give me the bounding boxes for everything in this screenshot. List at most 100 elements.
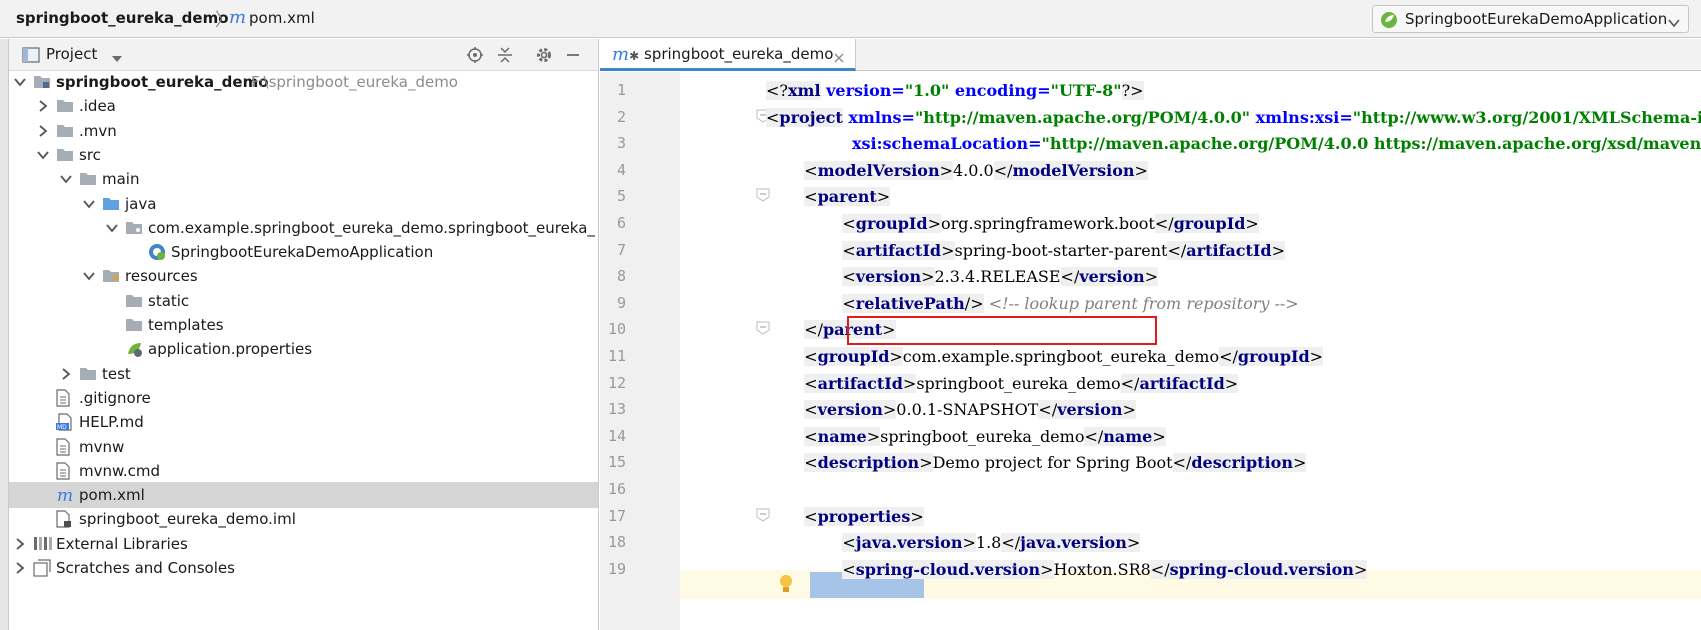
tree-item[interactable]: static bbox=[9, 288, 598, 314]
code-token: /> bbox=[964, 293, 984, 313]
code-token: "http://maven.apache.org/POM/4.0.0" bbox=[914, 107, 1251, 127]
code-token: > bbox=[939, 160, 953, 180]
folder-icon bbox=[56, 97, 74, 115]
breadcrumb-project[interactable]: springboot_eureka_demo bbox=[16, 9, 229, 27]
code-token: "http://www.w3.org/2001/XMLSchema-instan… bbox=[1352, 107, 1701, 127]
code-token: groupId bbox=[855, 214, 928, 233]
lightbulb-icon[interactable] bbox=[778, 574, 794, 598]
close-icon[interactable] bbox=[834, 49, 844, 67]
tree-item[interactable]: SpringbootEurekaDemoApplication bbox=[9, 239, 598, 265]
chevron-right-icon[interactable] bbox=[36, 124, 50, 138]
folder-icon bbox=[79, 170, 97, 188]
project-panel-title[interactable]: Project bbox=[46, 45, 97, 63]
chevron-down-icon[interactable] bbox=[105, 221, 119, 235]
code-line: <spring-cloud.version>Hoxton.SR8</spring… bbox=[842, 555, 1368, 584]
tree-item[interactable]: springboot_eureka_demo.iml bbox=[9, 506, 598, 532]
iml-file-icon bbox=[56, 510, 74, 528]
collapse-all-icon[interactable] bbox=[495, 45, 515, 65]
code-token: > bbox=[889, 347, 903, 366]
code-token: > bbox=[902, 373, 917, 393]
code-line: <groupId>org.springframework.boot</group… bbox=[842, 209, 1259, 238]
code-token: 4.0.0 bbox=[953, 160, 994, 180]
chevron-right-icon[interactable] bbox=[36, 99, 50, 113]
code-token: < bbox=[804, 400, 818, 420]
chevron-down-icon[interactable] bbox=[36, 148, 50, 162]
code-token: artifactId bbox=[1139, 373, 1225, 393]
tree-item-label: SpringbootEurekaDemoApplication bbox=[171, 243, 434, 262]
code-token: com.example.springboot_eureka_demo bbox=[902, 347, 1220, 366]
tree-item[interactable]: springboot_eureka_demo F:\springboot_eure… bbox=[9, 69, 598, 95]
chevron-right-icon[interactable] bbox=[59, 367, 73, 381]
chevron-down-icon[interactable] bbox=[13, 75, 27, 89]
code-token: > bbox=[882, 400, 897, 420]
line-number: 5 bbox=[616, 187, 626, 206]
locate-file-icon[interactable] bbox=[465, 45, 485, 65]
code-token: < bbox=[842, 240, 856, 260]
tree-item[interactable]: mvnw bbox=[9, 434, 598, 460]
tree-item[interactable]: m pom.xml bbox=[9, 482, 598, 509]
code-token: "1.0" bbox=[904, 81, 950, 100]
tree-item-label: mvnw.cmd bbox=[79, 461, 161, 480]
tree-item[interactable]: .mvn bbox=[9, 118, 598, 144]
code-token: </ bbox=[1154, 214, 1174, 233]
view-mode-chevron-icon[interactable] bbox=[111, 49, 123, 67]
breadcrumb-file[interactable]: pom.xml bbox=[249, 9, 315, 27]
code-line: xsi:schemaLocation="http://maven.apache.… bbox=[852, 129, 1701, 158]
tree-item-label: application.properties bbox=[148, 340, 313, 359]
run-configuration-select[interactable]: SpringbootEurekaDemoApplication bbox=[1372, 5, 1689, 33]
tree-item-label: pom.xml bbox=[79, 486, 145, 505]
code-token: <? bbox=[766, 81, 788, 100]
tree-item[interactable]: mvnw.cmd bbox=[9, 458, 598, 484]
code-token: < bbox=[804, 426, 818, 446]
chevron-down-icon[interactable] bbox=[82, 269, 96, 283]
code-token: xsi:schemaLocation= bbox=[851, 134, 1042, 154]
code-token: < bbox=[842, 267, 856, 287]
tree-item[interactable]: Scratches and Consoles bbox=[9, 555, 598, 581]
chevron-right-icon[interactable] bbox=[13, 561, 27, 575]
code-line: <groupId>com.example.springboot_eureka_d… bbox=[804, 342, 1324, 371]
tree-item-label: com.example.springboot_eureka_demo.sprin… bbox=[148, 218, 595, 237]
left-tool-window-strip[interactable] bbox=[0, 39, 9, 630]
code-token: </ bbox=[1060, 267, 1080, 287]
tree-item[interactable]: External Libraries bbox=[9, 531, 598, 557]
code-line: <modelVersion>4.0.0</modelVersion> bbox=[804, 156, 1148, 185]
code-token: version bbox=[855, 267, 922, 287]
tree-item[interactable]: com.example.springboot_eureka_demo.sprin… bbox=[9, 215, 598, 241]
tree-item[interactable]: MD HELP.md bbox=[9, 409, 598, 435]
project-panel-header: Project bbox=[9, 39, 598, 71]
code-token: < bbox=[804, 347, 818, 366]
code-token: version bbox=[1057, 400, 1123, 420]
code-line: <relativePath/> <!-- lookup parent from … bbox=[842, 289, 1299, 318]
chevron-down-icon[interactable] bbox=[82, 197, 96, 211]
code-token: ?> bbox=[1121, 81, 1144, 100]
text-file-icon bbox=[56, 389, 74, 407]
tree-item[interactable]: main bbox=[9, 166, 598, 192]
code-token: > bbox=[1126, 533, 1141, 553]
folder-icon bbox=[79, 365, 97, 383]
code-area[interactable]: <?xml version="1.0" encoding="UTF-8"?> <p… bbox=[680, 72, 1701, 630]
tree-item[interactable]: templates bbox=[9, 312, 598, 338]
code-token: version bbox=[817, 400, 883, 420]
chevron-right-icon[interactable] bbox=[13, 537, 27, 551]
tree-item[interactable]: java bbox=[9, 191, 598, 217]
tree-item[interactable]: src bbox=[9, 142, 598, 168]
code-token: artifactId bbox=[1186, 240, 1272, 260]
code-token: modelVersion bbox=[817, 160, 940, 180]
tree-item[interactable]: test bbox=[9, 361, 598, 387]
line-number: 16 bbox=[607, 480, 626, 498]
tree-item[interactable]: resources bbox=[9, 263, 598, 289]
chevron-down-icon[interactable] bbox=[59, 172, 73, 186]
line-number: 11 bbox=[607, 347, 626, 365]
tab-springboot-eureka-demo[interactable]: m✱ springboot_eureka_demo bbox=[600, 39, 856, 71]
code-line: <artifactId>springboot_eureka_demo</arti… bbox=[804, 369, 1239, 398]
code-line: <java.version>1.8</java.version> bbox=[842, 528, 1141, 557]
code-token: < bbox=[804, 506, 818, 526]
code-token: > bbox=[941, 240, 955, 260]
tree-item[interactable]: .gitignore bbox=[9, 385, 598, 411]
minimize-icon[interactable] bbox=[563, 45, 583, 65]
code-token: < bbox=[842, 559, 856, 579]
settings-gear-icon[interactable] bbox=[534, 45, 554, 65]
code-token: artifactId bbox=[817, 373, 903, 393]
tree-item[interactable]: .idea bbox=[9, 93, 598, 119]
tree-item[interactable]: application.properties bbox=[9, 336, 598, 362]
